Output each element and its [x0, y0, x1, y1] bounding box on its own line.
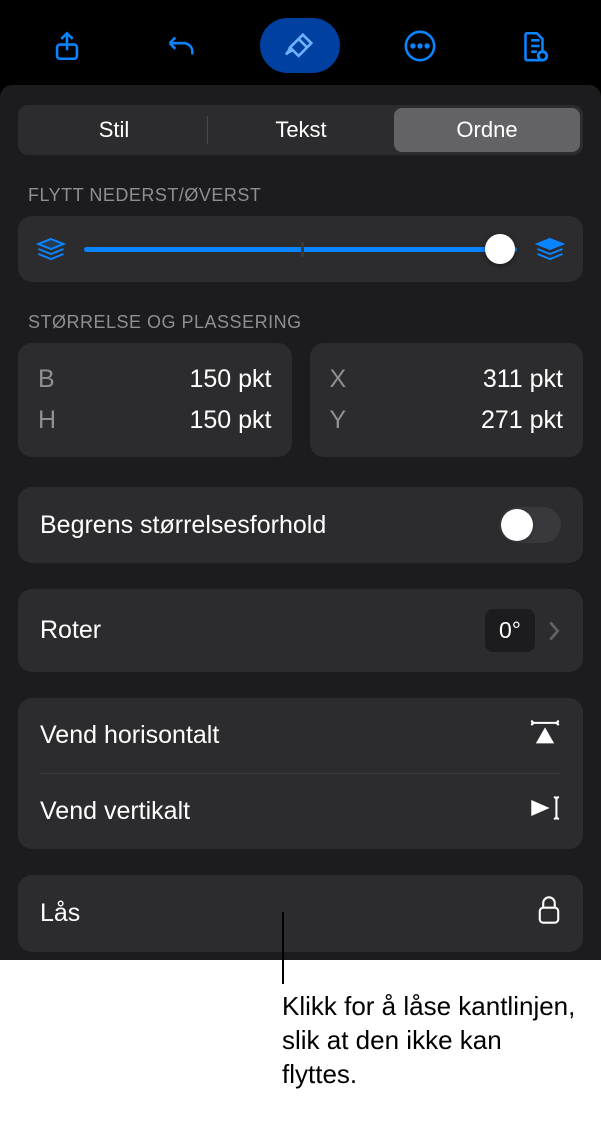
y-value[interactable]: 271 pkt — [481, 406, 563, 435]
more-button[interactable] — [385, 19, 455, 73]
share-button[interactable] — [32, 19, 102, 73]
tab-arrange[interactable]: Ordne — [394, 108, 580, 152]
size-box: B 150 pkt H 150 pkt — [18, 343, 292, 457]
tab-style[interactable]: Stil — [21, 108, 207, 152]
flip-vertical-row[interactable]: Vend vertikalt — [18, 774, 583, 849]
rotate-panel: Roter 0° — [18, 589, 583, 672]
width-value[interactable]: 150 pkt — [189, 365, 271, 394]
layer-panel — [18, 216, 583, 282]
flip-vertical-icon — [529, 794, 561, 829]
bring-to-front-icon[interactable] — [535, 236, 565, 262]
slider-thumb[interactable] — [485, 234, 515, 264]
send-to-back-icon[interactable] — [36, 236, 66, 262]
flip-panel: Vend horisontalt Vend vertikalt — [18, 698, 583, 849]
position-box: X 311 pkt Y 271 pkt — [310, 343, 584, 457]
constrain-panel: Begrens størrelsesforhold — [18, 487, 583, 563]
chevron-right-icon — [547, 620, 561, 642]
flip-vertical-label: Vend vertikalt — [40, 797, 190, 826]
lock-row[interactable]: Lås — [18, 875, 583, 952]
share-icon — [50, 29, 84, 63]
layer-slider[interactable] — [84, 234, 517, 264]
more-icon — [403, 29, 437, 63]
lock-icon — [537, 895, 561, 932]
lock-label: Lås — [40, 899, 80, 928]
callout-text: Klikk for å låse kantlinjen, slik at den… — [282, 990, 582, 1091]
rotate-value[interactable]: 0° — [485, 609, 535, 652]
callout-line — [282, 912, 284, 984]
format-brush-icon — [283, 29, 317, 63]
undo-button[interactable] — [146, 19, 216, 73]
callout-area: Klikk for å låse kantlinjen, slik at den… — [0, 960, 601, 1135]
rotate-label: Roter — [40, 616, 101, 645]
document-button[interactable] — [499, 19, 569, 73]
document-icon — [517, 29, 551, 63]
lock-panel: Lås — [18, 875, 583, 952]
undo-icon — [164, 29, 198, 63]
tab-text[interactable]: Tekst — [208, 108, 394, 152]
layer-section-label: FLYTT NEDERST/ØVERST — [28, 185, 583, 206]
width-label: B — [38, 365, 68, 394]
x-label: X — [330, 365, 360, 394]
rotate-row[interactable]: Roter 0° — [18, 589, 583, 672]
inspector-panel: Stil Tekst Ordne FLYTT NEDERST/ØVERST — [0, 85, 601, 976]
y-label: Y — [330, 406, 360, 435]
constrain-toggle[interactable] — [499, 507, 561, 543]
x-value[interactable]: 311 pkt — [483, 365, 563, 394]
flip-horizontal-label: Vend horisontalt — [40, 721, 219, 750]
format-button[interactable] — [260, 18, 340, 73]
inspector-tabs: Stil Tekst Ordne — [18, 105, 583, 155]
size-section-label: STØRRELSE OG PLASSERING — [28, 312, 583, 333]
top-toolbar — [0, 0, 601, 85]
flip-horizontal-icon — [529, 718, 561, 753]
height-label: H — [38, 406, 68, 435]
height-value[interactable]: 150 pkt — [189, 406, 271, 435]
size-position-grid: B 150 pkt H 150 pkt X 311 pkt Y 271 pkt — [18, 343, 583, 457]
flip-horizontal-row[interactable]: Vend horisontalt — [18, 698, 583, 773]
constrain-label: Begrens størrelsesforhold — [40, 511, 326, 540]
